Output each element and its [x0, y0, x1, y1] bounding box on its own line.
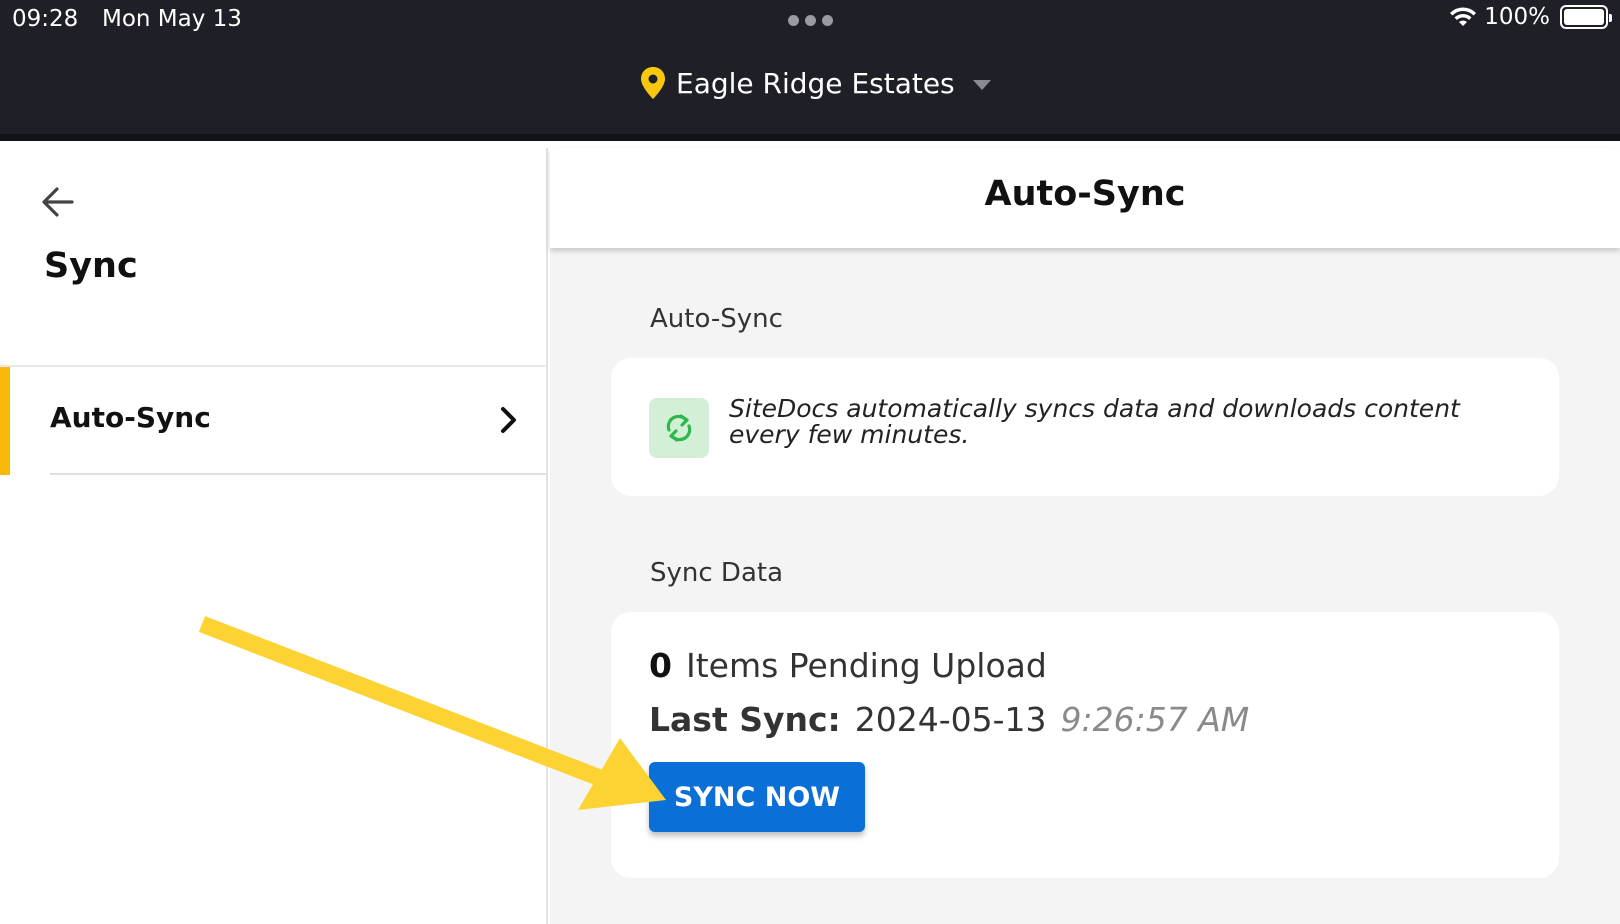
caret-down-icon	[972, 80, 991, 90]
main-title: Auto-Sync	[984, 174, 1186, 214]
auto-sync-card: SiteDocs automatically syncs data and do…	[611, 358, 1559, 496]
status-time: 09:28	[12, 6, 79, 32]
battery-percent: 100%	[1484, 4, 1550, 30]
battery-icon	[1560, 5, 1612, 29]
sync-data-card: 0 Items Pending Upload Last Sync: 2024-05-…	[611, 612, 1559, 878]
sidebar-item-label: Auto-Sync	[50, 401, 211, 434]
top-bar: 09:28 Mon May 13 100% Eagle Ridge Estate…	[0, 0, 1620, 141]
back-arrow-icon[interactable]	[38, 182, 78, 222]
section-label-auto-sync: Auto-Sync	[650, 304, 783, 334]
active-indicator	[0, 367, 10, 475]
pending-upload: 0 Items Pending Upload	[649, 646, 1047, 685]
divider	[50, 473, 546, 475]
last-sync-label: Last Sync:	[649, 700, 841, 739]
chevron-right-icon	[501, 407, 516, 433]
location-selector[interactable]: Eagle Ridge Estates	[640, 66, 991, 100]
multitasking-dots[interactable]	[788, 15, 833, 26]
auto-sync-description: SiteDocs automatically syncs data and do…	[729, 394, 1460, 449]
page-title: Sync	[44, 246, 138, 286]
last-sync-time: 9:26:57 AM	[1060, 700, 1250, 739]
pending-text: Items Pending Upload	[685, 646, 1047, 685]
last-sync-date: 2024-05-13	[854, 700, 1047, 739]
main-panel: Auto-Sync Auto-Sync SiteDocs automatical…	[550, 148, 1620, 924]
pin-icon	[641, 67, 665, 99]
main-header: Auto-Sync	[550, 148, 1620, 248]
status-indicators: 100%	[1448, 4, 1612, 30]
section-label-sync-data: Sync Data	[650, 558, 784, 588]
last-sync: Last Sync: 2024-05-13 9:26:57 AM	[649, 700, 1249, 739]
sync-now-button[interactable]: SYNC NOW	[649, 762, 865, 832]
pending-count: 0	[649, 646, 672, 685]
left-panel: Sync Auto-Sync	[0, 148, 548, 924]
status-date: Mon May 13	[102, 6, 242, 32]
sync-badge	[649, 398, 709, 458]
location-name: Eagle Ridge Estates	[676, 66, 955, 100]
sidebar-item-auto-sync[interactable]: Auto-Sync	[0, 367, 546, 475]
wifi-icon	[1450, 7, 1477, 26]
sync-icon	[666, 414, 692, 442]
